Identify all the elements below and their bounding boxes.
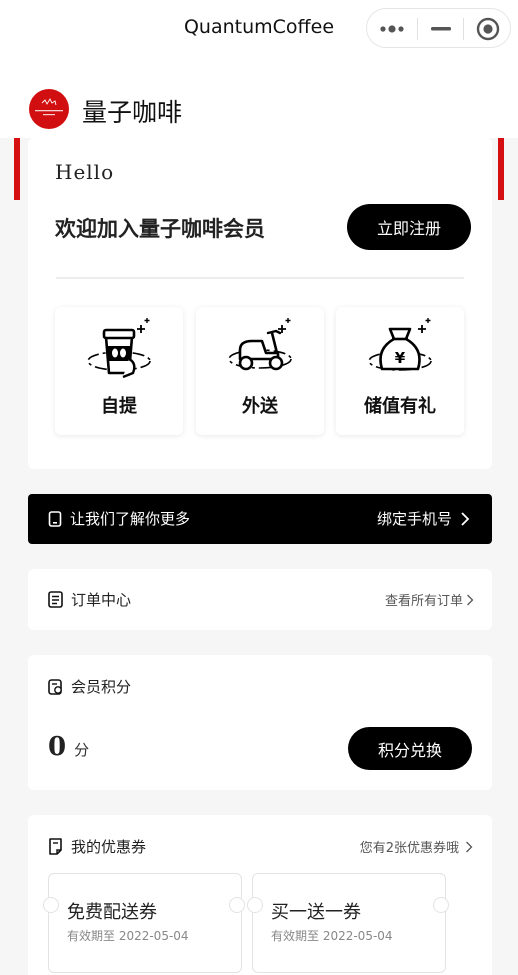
chevron-right-icon	[467, 594, 474, 605]
points-title: 会员积分	[71, 678, 132, 696]
order-center-card[interactable]: 订单中心 查看所有订单	[28, 569, 492, 630]
chevron-right-icon	[461, 511, 470, 526]
brand-logo	[29, 89, 69, 129]
coupon-name: 买一送一券	[271, 902, 361, 923]
coupon-notch	[43, 897, 59, 913]
service-label: 外送	[242, 396, 278, 417]
svg-text:¥: ¥	[395, 349, 406, 367]
brand-header: 量子咖啡	[0, 58, 518, 138]
service-delivery[interactable]: 外送	[196, 307, 324, 435]
redeem-points-button[interactable]: 积分兑换	[348, 727, 472, 770]
phone-icon	[48, 510, 62, 527]
view-all-orders-link[interactable]: 查看所有订单	[385, 590, 474, 609]
service-pickup[interactable]: 自提	[55, 307, 183, 435]
register-button[interactable]: 立即注册	[347, 204, 471, 250]
more-dots-icon	[380, 25, 404, 33]
coupons-title: 我的优惠券	[71, 838, 147, 856]
coupon-notch	[229, 897, 245, 913]
target-circle-icon	[476, 17, 499, 41]
member-welcome-card: Hello 欢迎加入量子咖啡会员 立即注册 自提 外送 ¥ 储值有礼	[28, 138, 492, 469]
top-nav-bar: QuantumCoffee	[0, 0, 518, 58]
coupons-count-link[interactable]: 您有2张优惠券哦	[360, 837, 474, 856]
order-list-icon	[48, 591, 63, 608]
coupons-count-label: 您有2张优惠券哦	[359, 841, 459, 856]
member-points-card: 会员积分 0 分 积分兑换	[28, 655, 492, 790]
close-mini-program-button[interactable]	[464, 9, 511, 49]
coupon-notch	[247, 897, 263, 913]
coupon-expiry: 有效期至 2022-05-04	[271, 929, 393, 943]
coupon-item[interactable]: 买一送一券 有效期至 2022-05-04	[252, 873, 446, 973]
view-all-orders-label: 查看所有订单	[384, 594, 463, 609]
bind-phone-label: 绑定手机号	[376, 510, 452, 528]
my-coupons-card: 我的优惠券 您有2张优惠券哦 免费配送券 有效期至 2022-05-04 买一送…	[28, 815, 492, 975]
coupon-icon	[49, 838, 62, 855]
mini-program-capsule	[366, 8, 511, 48]
coupon-item[interactable]: 免费配送券 有效期至 2022-05-04	[48, 873, 242, 973]
minimize-button[interactable]	[418, 9, 463, 49]
more-button[interactable]	[367, 9, 417, 49]
service-label: 自提	[101, 396, 137, 417]
brand-name: 量子咖啡	[82, 98, 183, 127]
coupon-name: 免费配送券	[67, 902, 157, 923]
welcome-heading: 欢迎加入量子咖啡会员	[55, 217, 265, 241]
greeting-text: Hello	[55, 160, 115, 184]
points-icon	[48, 678, 62, 695]
accent-bar-left	[14, 138, 20, 200]
points-value: 0	[48, 732, 67, 762]
coupon-expiry: 有效期至 2022-05-04	[67, 929, 189, 943]
points-unit: 分	[74, 741, 90, 759]
coupon-notch	[433, 897, 449, 913]
bind-phone-link[interactable]: 绑定手机号	[377, 508, 470, 529]
service-label: 储值有礼	[364, 396, 436, 417]
coffee-cup-icon	[87, 318, 151, 379]
minimize-icon	[430, 27, 451, 31]
money-bag-icon: ¥	[368, 318, 432, 371]
bind-bar-text: 让我们了解你更多	[70, 510, 191, 528]
accent-bar-right	[498, 138, 504, 200]
chevron-right-icon	[466, 841, 473, 852]
divider	[56, 277, 464, 279]
scooter-icon	[228, 318, 292, 371]
order-center-title: 订单中心	[71, 591, 132, 609]
bind-phone-bar[interactable]: 让我们了解你更多 绑定手机号	[28, 494, 492, 544]
service-stored-value[interactable]: ¥ 储值有礼	[336, 307, 464, 435]
